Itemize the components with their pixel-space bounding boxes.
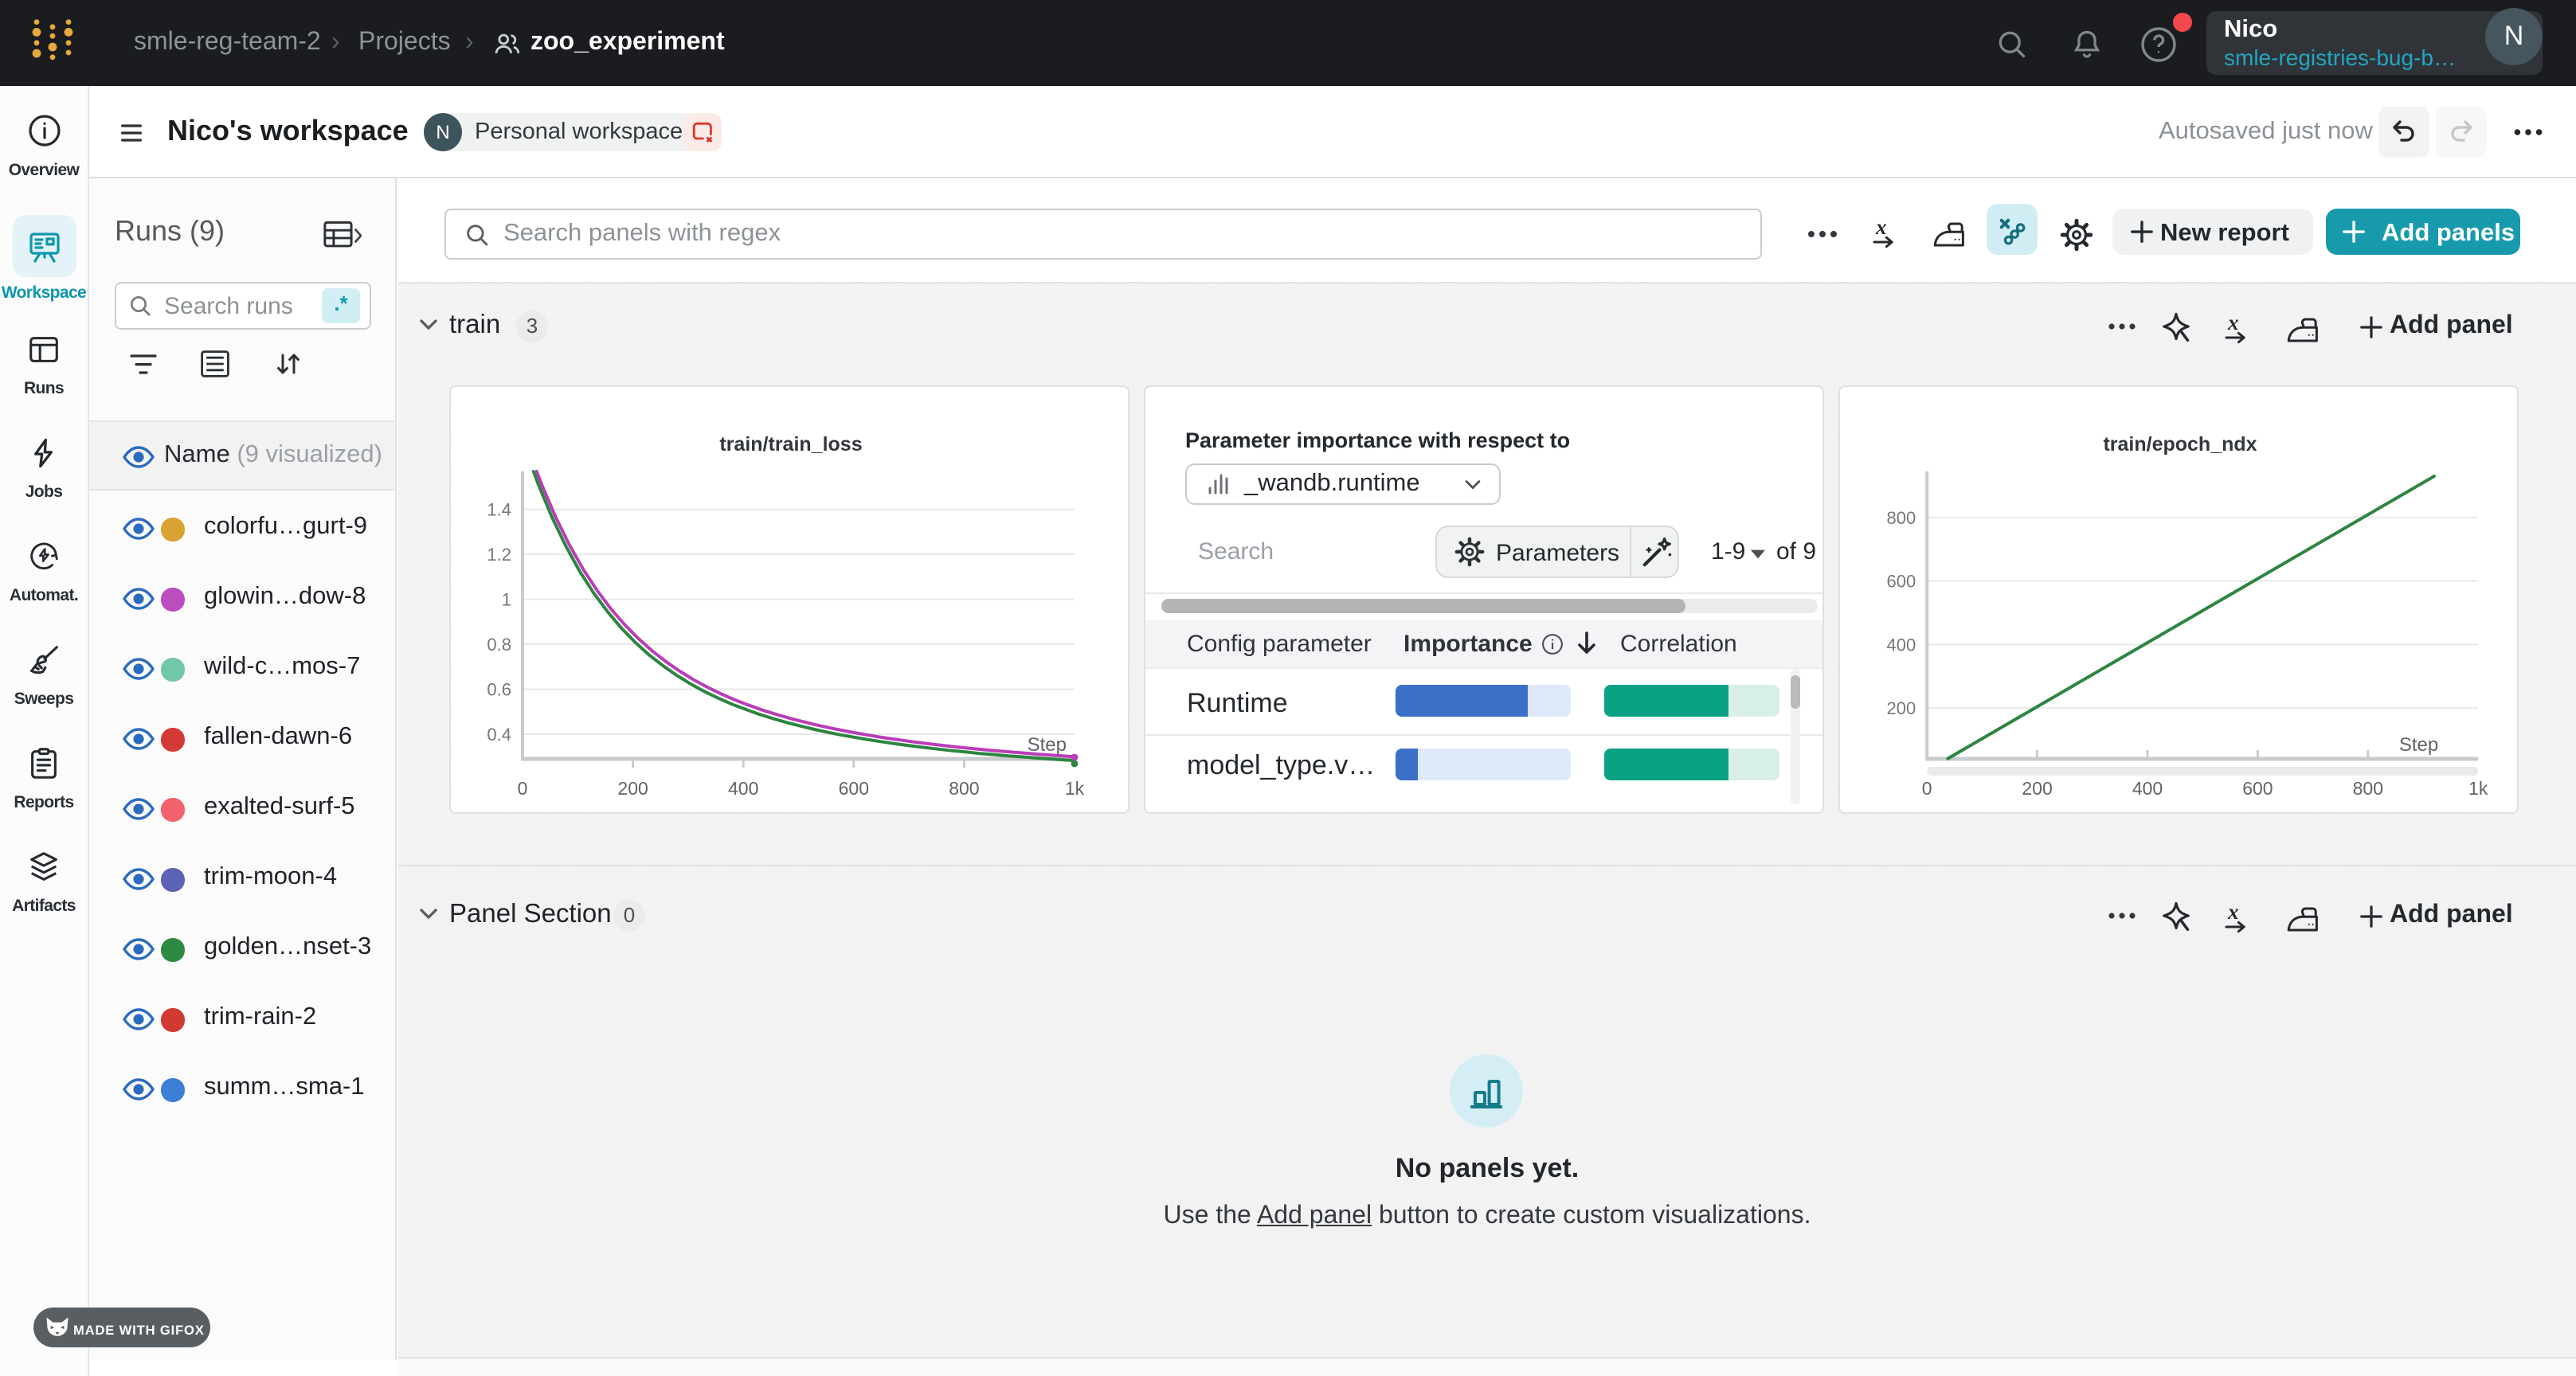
svg-text:600: 600 bbox=[1886, 572, 1916, 592]
svg-text:200: 200 bbox=[2022, 778, 2052, 799]
svg-text:600: 600 bbox=[2242, 778, 2273, 799]
svg-text:200: 200 bbox=[1886, 698, 1916, 718]
svg-text:1k: 1k bbox=[1065, 778, 1085, 799]
svg-text:0.4: 0.4 bbox=[487, 725, 511, 745]
svg-text:1: 1 bbox=[502, 590, 511, 610]
svg-text:0: 0 bbox=[518, 778, 528, 799]
svg-text:train/epoch_ndx: train/epoch_ndx bbox=[2103, 433, 2257, 455]
svg-text:400: 400 bbox=[728, 778, 758, 799]
svg-text:800: 800 bbox=[949, 778, 979, 799]
svg-text:train/train_loss: train/train_loss bbox=[719, 433, 862, 455]
svg-text:400: 400 bbox=[2132, 778, 2163, 799]
svg-text:600: 600 bbox=[839, 778, 869, 799]
svg-text:x: x bbox=[2227, 901, 2239, 924]
svg-text:400: 400 bbox=[1886, 635, 1916, 655]
svg-text:0.6: 0.6 bbox=[487, 680, 511, 700]
svg-text:x: x bbox=[2227, 312, 2239, 334]
svg-text:0: 0 bbox=[1922, 778, 1932, 799]
svg-text:1k: 1k bbox=[2468, 778, 2488, 799]
svg-text:Step: Step bbox=[2399, 734, 2438, 756]
svg-text:0.8: 0.8 bbox=[487, 635, 511, 655]
svg-text:1.4: 1.4 bbox=[487, 500, 511, 520]
svg-text:800: 800 bbox=[1886, 508, 1916, 528]
svg-text:x: x bbox=[1875, 217, 1887, 239]
svg-text:200: 200 bbox=[617, 778, 648, 799]
svg-text:1.2: 1.2 bbox=[487, 545, 511, 565]
svg-text:800: 800 bbox=[2353, 778, 2383, 799]
